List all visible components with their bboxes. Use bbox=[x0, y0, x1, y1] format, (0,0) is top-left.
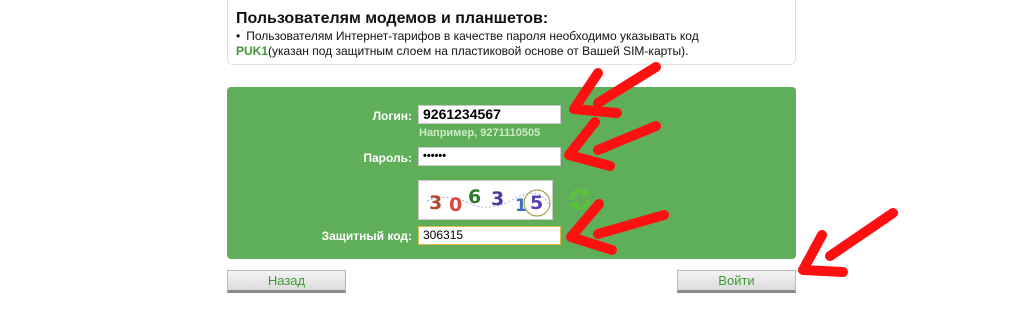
password-input[interactable]: •••••• bbox=[418, 147, 561, 166]
notice-text-1: Пользователям Интернет-тарифов в качеств… bbox=[246, 29, 699, 43]
captcha-label: Защитный код: bbox=[321, 229, 412, 243]
notice-line-1: • Пользователям Интернет-тарифов в качест… bbox=[236, 29, 699, 43]
refresh-captcha-icon[interactable] bbox=[567, 186, 593, 212]
password-label: Пароль: bbox=[363, 151, 412, 165]
notice-text-2: (указан под защитным слоем на пластиково… bbox=[268, 44, 689, 58]
login-input[interactable]: 9261234567 bbox=[418, 105, 561, 124]
login-label: Логин: bbox=[372, 109, 412, 123]
bullet: • bbox=[236, 29, 241, 43]
captcha-image: 3 0 6 3 1 5 bbox=[418, 180, 553, 220]
login-button[interactable]: Войти bbox=[677, 270, 796, 293]
red-arrow-icon bbox=[798, 208, 898, 277]
login-form: Логин: 9261234567 Например, 9271110505 П… bbox=[227, 87, 796, 259]
captcha-char: 0 bbox=[449, 194, 462, 216]
captcha-char: 3 bbox=[429, 192, 442, 214]
back-button[interactable]: Назад bbox=[227, 270, 346, 293]
notice-title: Пользователям модемов и планшетов: bbox=[236, 10, 549, 27]
captcha-graphic: 3 0 6 3 1 5 bbox=[426, 186, 551, 217]
modem-users-notice: Пользователям модемов и планшетов: • Поль… bbox=[227, 0, 796, 65]
captcha-char: 5 bbox=[530, 192, 543, 214]
captcha-input[interactable]: 306315 bbox=[418, 226, 561, 245]
notice-line-2: PUK1(указан под защитным слоем на пласти… bbox=[236, 44, 688, 58]
login-hint: Например, 9271110505 bbox=[419, 127, 541, 139]
puk-code-label: PUK1 bbox=[236, 44, 269, 58]
captcha-char: 3 bbox=[491, 188, 504, 210]
captcha-char: 6 bbox=[468, 186, 481, 208]
